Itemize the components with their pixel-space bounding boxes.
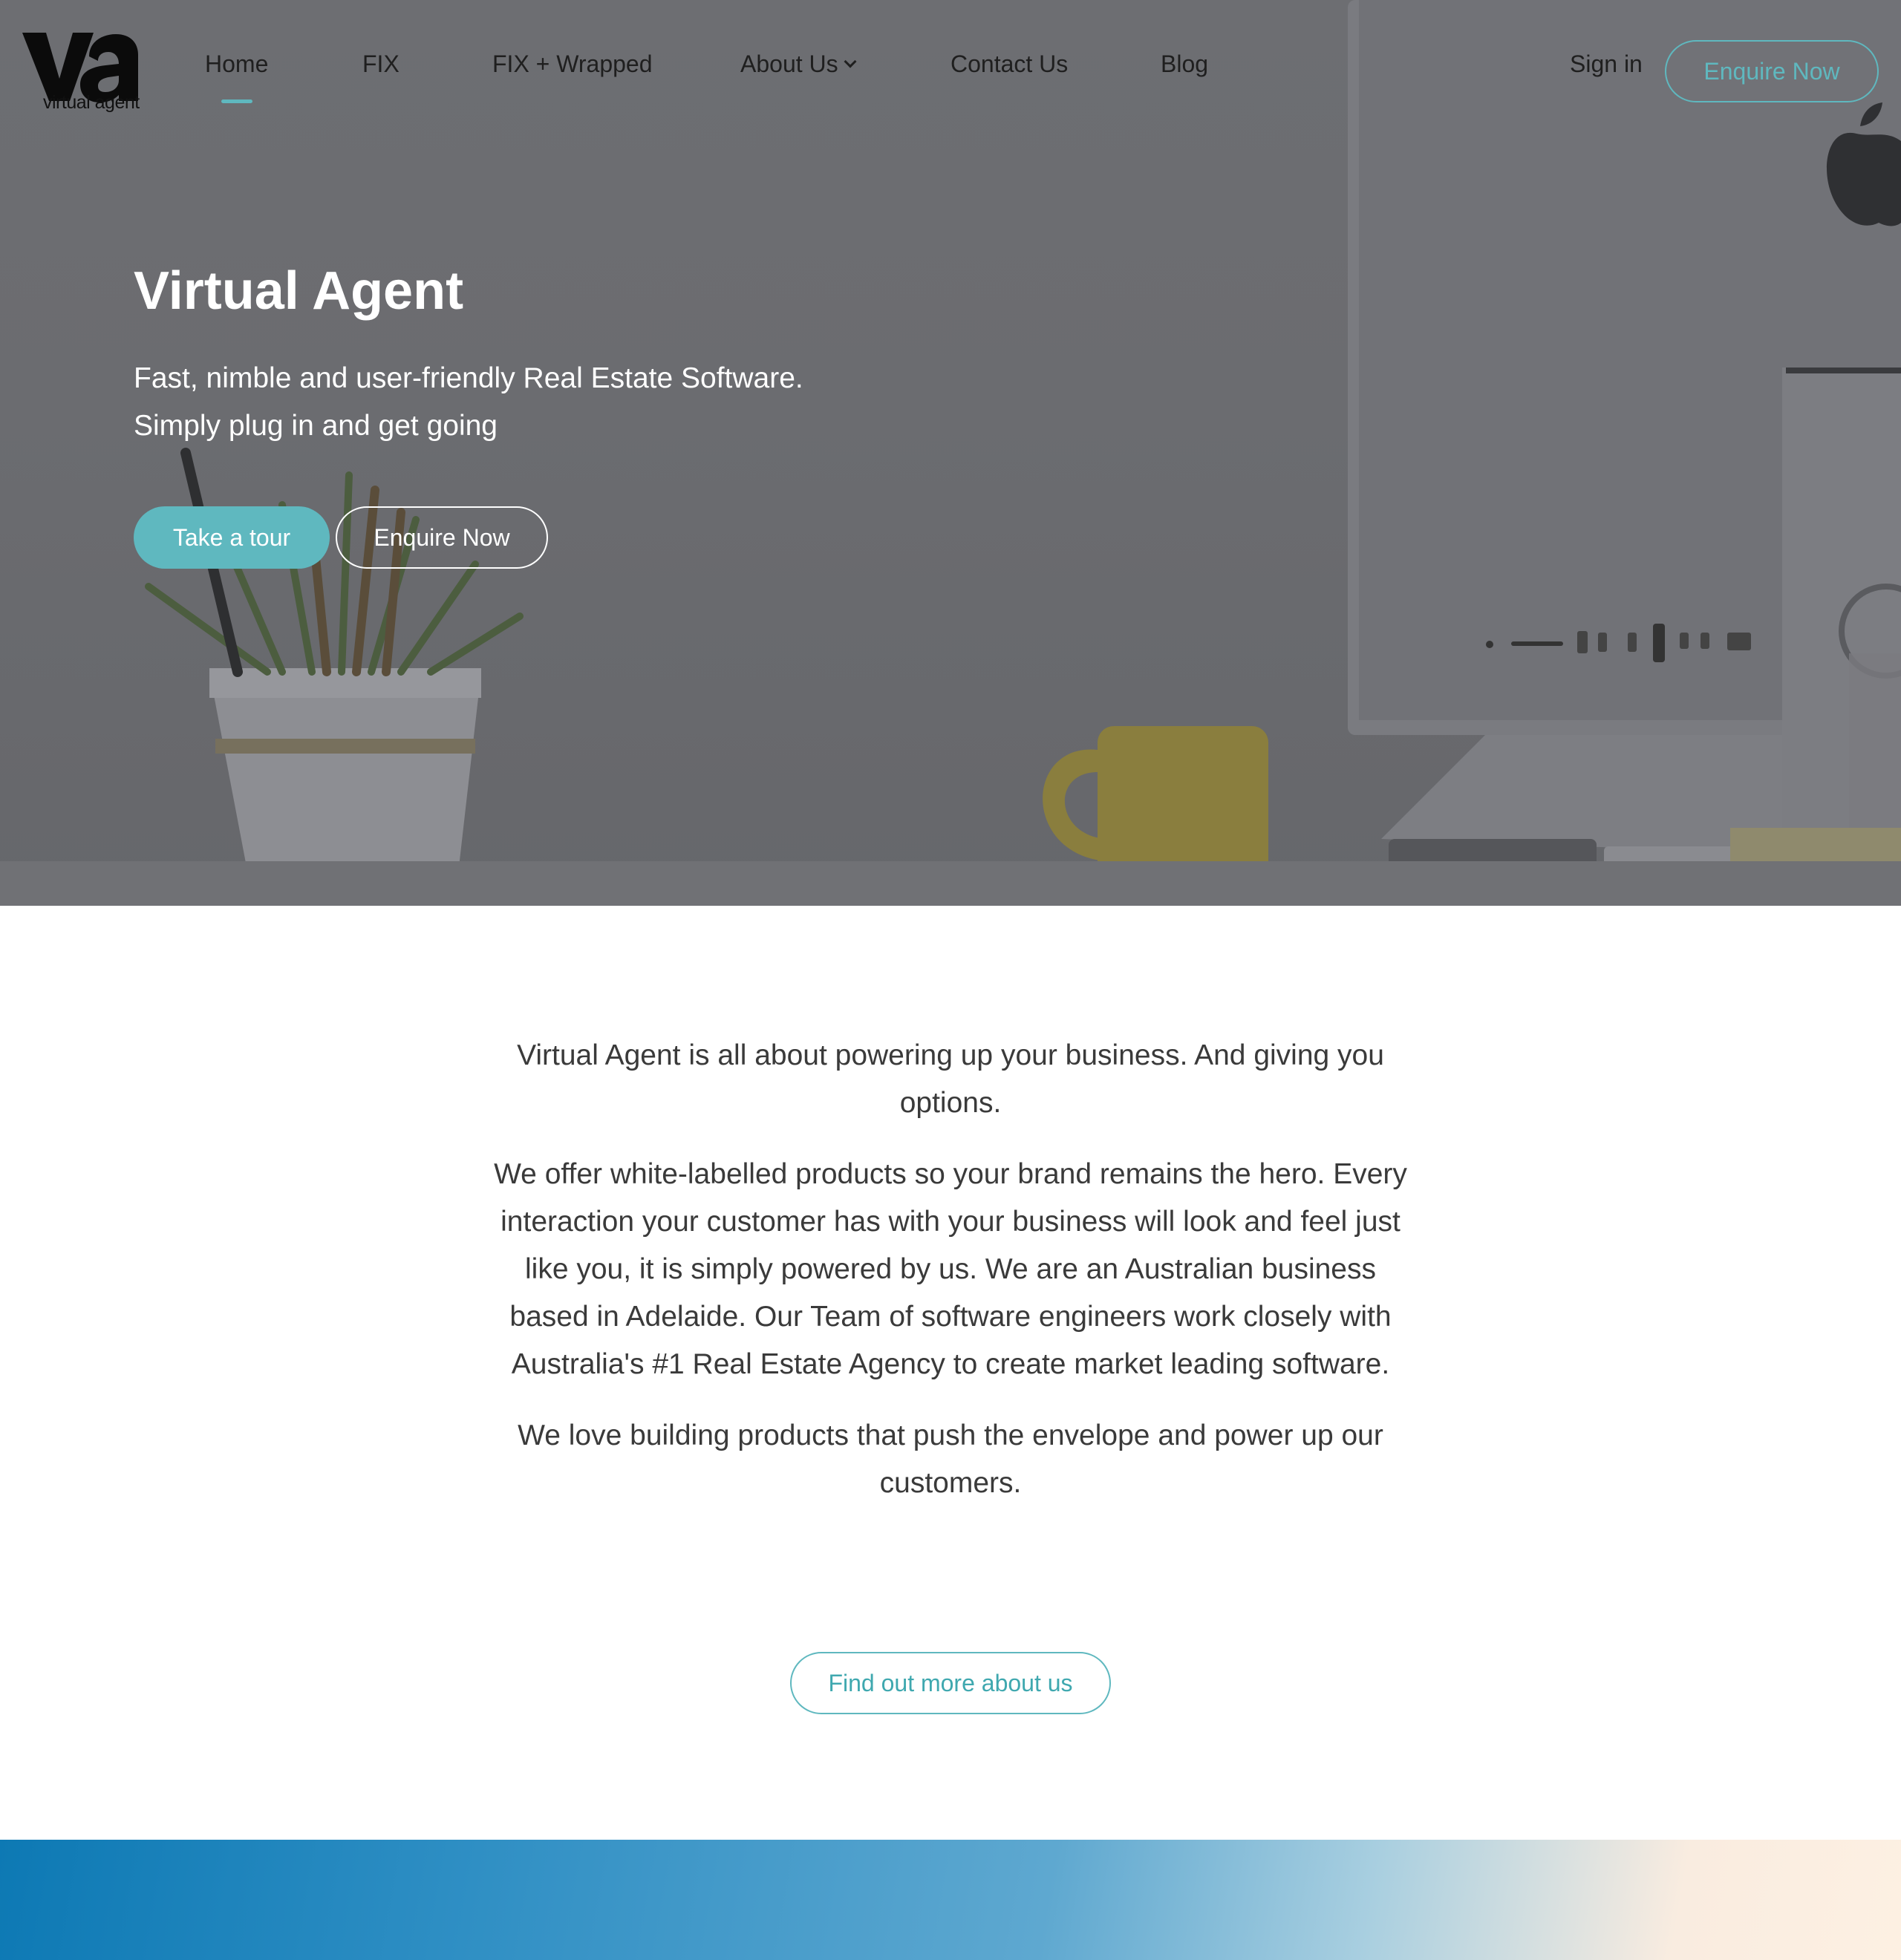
nav-contact-us[interactable]: Contact Us [950,52,1068,76]
nav-fix[interactable]: FIX [362,52,400,76]
logo-wordmark: virtual agent [43,92,140,113]
hero-title: Virtual Agent [134,261,464,321]
hero-section: virtual agent Home FIX FIX + Wrapped Abo… [0,0,1901,906]
virtual-agent-logo[interactable]: virtual agent [21,27,140,114]
chevron-down-icon [844,55,857,68]
about-paragraph: We love building products that push the … [518,1420,1383,1499]
nav-fix-wrapped[interactable]: FIX + Wrapped [492,52,653,76]
next-section-gradient-banner [0,1840,1901,1960]
hero-subtitle: Fast, nimble and user-friendly Real Esta… [134,355,803,450]
about-paragraph: We offer white-labelled products so your… [494,1158,1407,1380]
nav-about-us-label: About Us [740,50,838,77]
enquire-now-nav-button[interactable]: Enquire Now [1665,40,1879,102]
nav-about-us[interactable]: About Us [740,50,857,77]
about-text: Virtual Agent is all about powering up y… [490,1032,1411,1531]
about-paragraph: Virtual Agent is all about powering up y… [517,1039,1384,1119]
nav-active-indicator [221,99,252,103]
hero-subtitle-line-1: Fast, nimble and user-friendly Real Esta… [134,362,803,394]
nav-home[interactable]: Home [205,52,268,76]
hero-subtitle-line-2: Simply plug in and get going [134,410,498,442]
enquire-now-hero-button[interactable]: Enquire Now [336,506,548,569]
find-out-more-button[interactable]: Find out more about us [790,1652,1111,1714]
sign-in-link[interactable]: Sign in [1570,52,1643,76]
nav-blog[interactable]: Blog [1161,52,1208,76]
take-a-tour-button[interactable]: Take a tour [134,506,330,569]
top-navigation: virtual agent Home FIX FIX + Wrapped Abo… [0,0,1901,141]
